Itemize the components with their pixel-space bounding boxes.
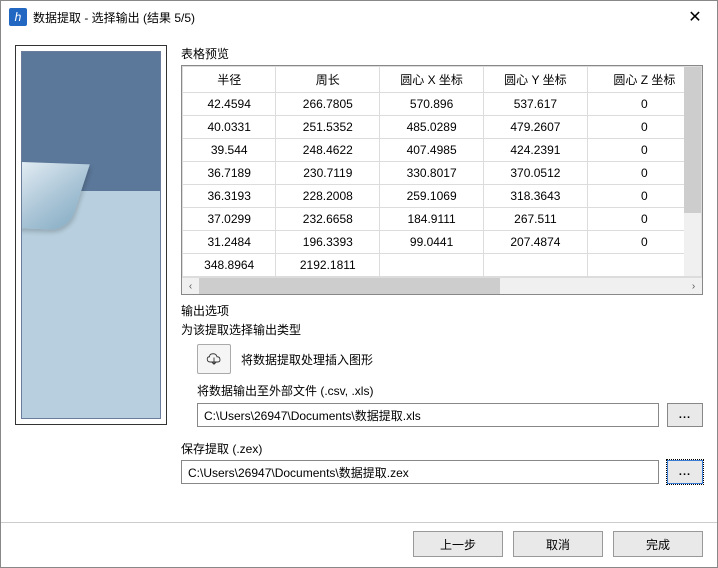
vertical-scroll-thumb[interactable] xyxy=(684,67,701,213)
table-cell: 2192.1811 xyxy=(276,254,380,277)
save-group: 保存提取 (.zex) ... xyxy=(181,440,703,484)
chevron-left-icon: ‹ xyxy=(189,281,192,292)
external-path-input[interactable] xyxy=(197,403,659,427)
table-cell: 267.511 xyxy=(484,208,588,231)
table-header[interactable]: 周长 xyxy=(276,67,380,93)
table-cell: 248.4622 xyxy=(276,139,380,162)
output-group: 输出选项 为该提取选择输出类型 将数据提取处理插入图形 将数据输出至外部文件 (… xyxy=(181,302,703,427)
table-label: 表格预览 xyxy=(181,45,703,62)
horizontal-scroll-thumb[interactable] xyxy=(199,278,500,294)
app-icon: h xyxy=(9,8,27,26)
table-cell: 266.7805 xyxy=(276,93,380,116)
right-column: 表格预览 半径 周长 圆心 X 坐标 xyxy=(181,45,703,514)
table-cell: 37.0299 xyxy=(183,208,276,231)
table-row[interactable]: 40.0331251.5352485.0289479.26070 xyxy=(183,116,702,139)
chevron-right-icon: › xyxy=(692,281,695,292)
table-cell: 196.3393 xyxy=(276,231,380,254)
horizontal-scroll-track[interactable] xyxy=(199,278,685,294)
table-row[interactable]: 39.544248.4622407.4985424.23910 xyxy=(183,139,702,162)
back-button[interactable]: 上一步 xyxy=(413,531,503,557)
table-cell: 251.5352 xyxy=(276,116,380,139)
preview-image xyxy=(21,51,161,419)
output-sublabel: 为该提取选择输出类型 xyxy=(181,321,703,338)
table-cell: 36.3193 xyxy=(183,185,276,208)
table-cell: 40.0331 xyxy=(183,116,276,139)
table-header[interactable]: 圆心 Y 坐标 xyxy=(484,67,588,93)
table-cell: 232.6658 xyxy=(276,208,380,231)
table-group: 表格预览 半径 周长 圆心 X 坐标 xyxy=(181,45,703,295)
save-label: 保存提取 (.zex) xyxy=(181,440,703,457)
table-cell: 330.8017 xyxy=(380,162,484,185)
titlebar: h 数据提取 - 选择输出 (结果 5/5) ✕ xyxy=(1,1,717,33)
close-button[interactable]: ✕ xyxy=(673,1,717,33)
table-cell: 31.2484 xyxy=(183,231,276,254)
table-cell xyxy=(484,254,588,277)
scroll-left-button[interactable]: ‹ xyxy=(182,278,199,295)
table-cell: 407.4985 xyxy=(380,139,484,162)
table-cell xyxy=(380,254,484,277)
dialog-body: 表格预览 半径 周长 圆心 X 坐标 xyxy=(1,33,717,522)
browse-external-button[interactable]: ... xyxy=(667,403,703,427)
table-row[interactable]: 42.4594266.7805570.896537.6170 xyxy=(183,93,702,116)
cancel-button[interactable]: 取消 xyxy=(513,531,603,557)
table-cell: 370.0512 xyxy=(484,162,588,185)
table-container: 半径 周长 圆心 X 坐标 圆心 Y 坐标 圆心 Z 坐标 42.4594266… xyxy=(181,65,703,295)
table-row[interactable]: 37.0299232.6658184.9111267.5110 xyxy=(183,208,702,231)
table-header[interactable]: 圆心 X 坐标 xyxy=(380,67,484,93)
table-cell: 537.617 xyxy=(484,93,588,116)
browse-save-button[interactable]: ... xyxy=(667,460,703,484)
save-path-input[interactable] xyxy=(181,460,659,484)
table-header-row: 半径 周长 圆心 X 坐标 圆心 Y 坐标 圆心 Z 坐标 xyxy=(183,67,702,93)
table-cell: 479.2607 xyxy=(484,116,588,139)
horizontal-scrollbar[interactable]: ‹ › xyxy=(182,277,702,294)
window-title: 数据提取 - 选择输出 (结果 5/5) xyxy=(33,9,673,26)
preview-frame xyxy=(15,45,167,425)
table-cell: 39.544 xyxy=(183,139,276,162)
external-output-label: 将数据输出至外部文件 (.csv, .xls) xyxy=(197,382,703,399)
table-cell: 230.7119 xyxy=(276,162,380,185)
table-scroll-area[interactable]: 半径 周长 圆心 X 坐标 圆心 Y 坐标 圆心 Z 坐标 42.4594266… xyxy=(182,66,702,277)
table-header[interactable]: 半径 xyxy=(183,67,276,93)
dialog-window: h 数据提取 - 选择输出 (结果 5/5) ✕ 表格预览 xyxy=(0,0,718,568)
insert-row: 将数据提取处理插入图形 xyxy=(197,344,703,374)
close-icon: ✕ xyxy=(688,7,701,27)
external-path-row: ... xyxy=(197,403,703,427)
cloud-insert-icon xyxy=(205,351,223,367)
table-cell: 485.0289 xyxy=(380,116,484,139)
table-cell: 99.0441 xyxy=(380,231,484,254)
table-cell: 207.4874 xyxy=(484,231,588,254)
table-row[interactable]: 36.7189230.7119330.8017370.05120 xyxy=(183,162,702,185)
insert-into-drawing-button[interactable] xyxy=(197,344,231,374)
table-cell: 259.1069 xyxy=(380,185,484,208)
table-row[interactable]: 31.2484196.339399.0441207.48740 xyxy=(183,231,702,254)
table-row[interactable]: 36.3193228.2008259.1069318.36430 xyxy=(183,185,702,208)
table-cell: 348.8964 xyxy=(183,254,276,277)
save-path-row: ... xyxy=(181,460,703,484)
table-cell: 228.2008 xyxy=(276,185,380,208)
vertical-scrollbar[interactable] xyxy=(684,67,701,276)
footer: 上一步 取消 完成 xyxy=(1,522,717,567)
output-label: 输出选项 xyxy=(181,302,703,319)
data-table: 半径 周长 圆心 X 坐标 圆心 Y 坐标 圆心 Z 坐标 42.4594266… xyxy=(182,66,702,277)
table-row[interactable]: 348.89642192.1811 xyxy=(183,254,702,277)
table-cell: 36.7189 xyxy=(183,162,276,185)
scroll-right-button[interactable]: › xyxy=(685,278,702,295)
preview-column xyxy=(15,45,167,514)
insert-label: 将数据提取处理插入图形 xyxy=(241,351,373,368)
table-cell: 570.896 xyxy=(380,93,484,116)
finish-button[interactable]: 完成 xyxy=(613,531,703,557)
table-cell: 184.9111 xyxy=(380,208,484,231)
table-cell: 424.2391 xyxy=(484,139,588,162)
table-cell: 318.3643 xyxy=(484,185,588,208)
table-cell: 42.4594 xyxy=(183,93,276,116)
